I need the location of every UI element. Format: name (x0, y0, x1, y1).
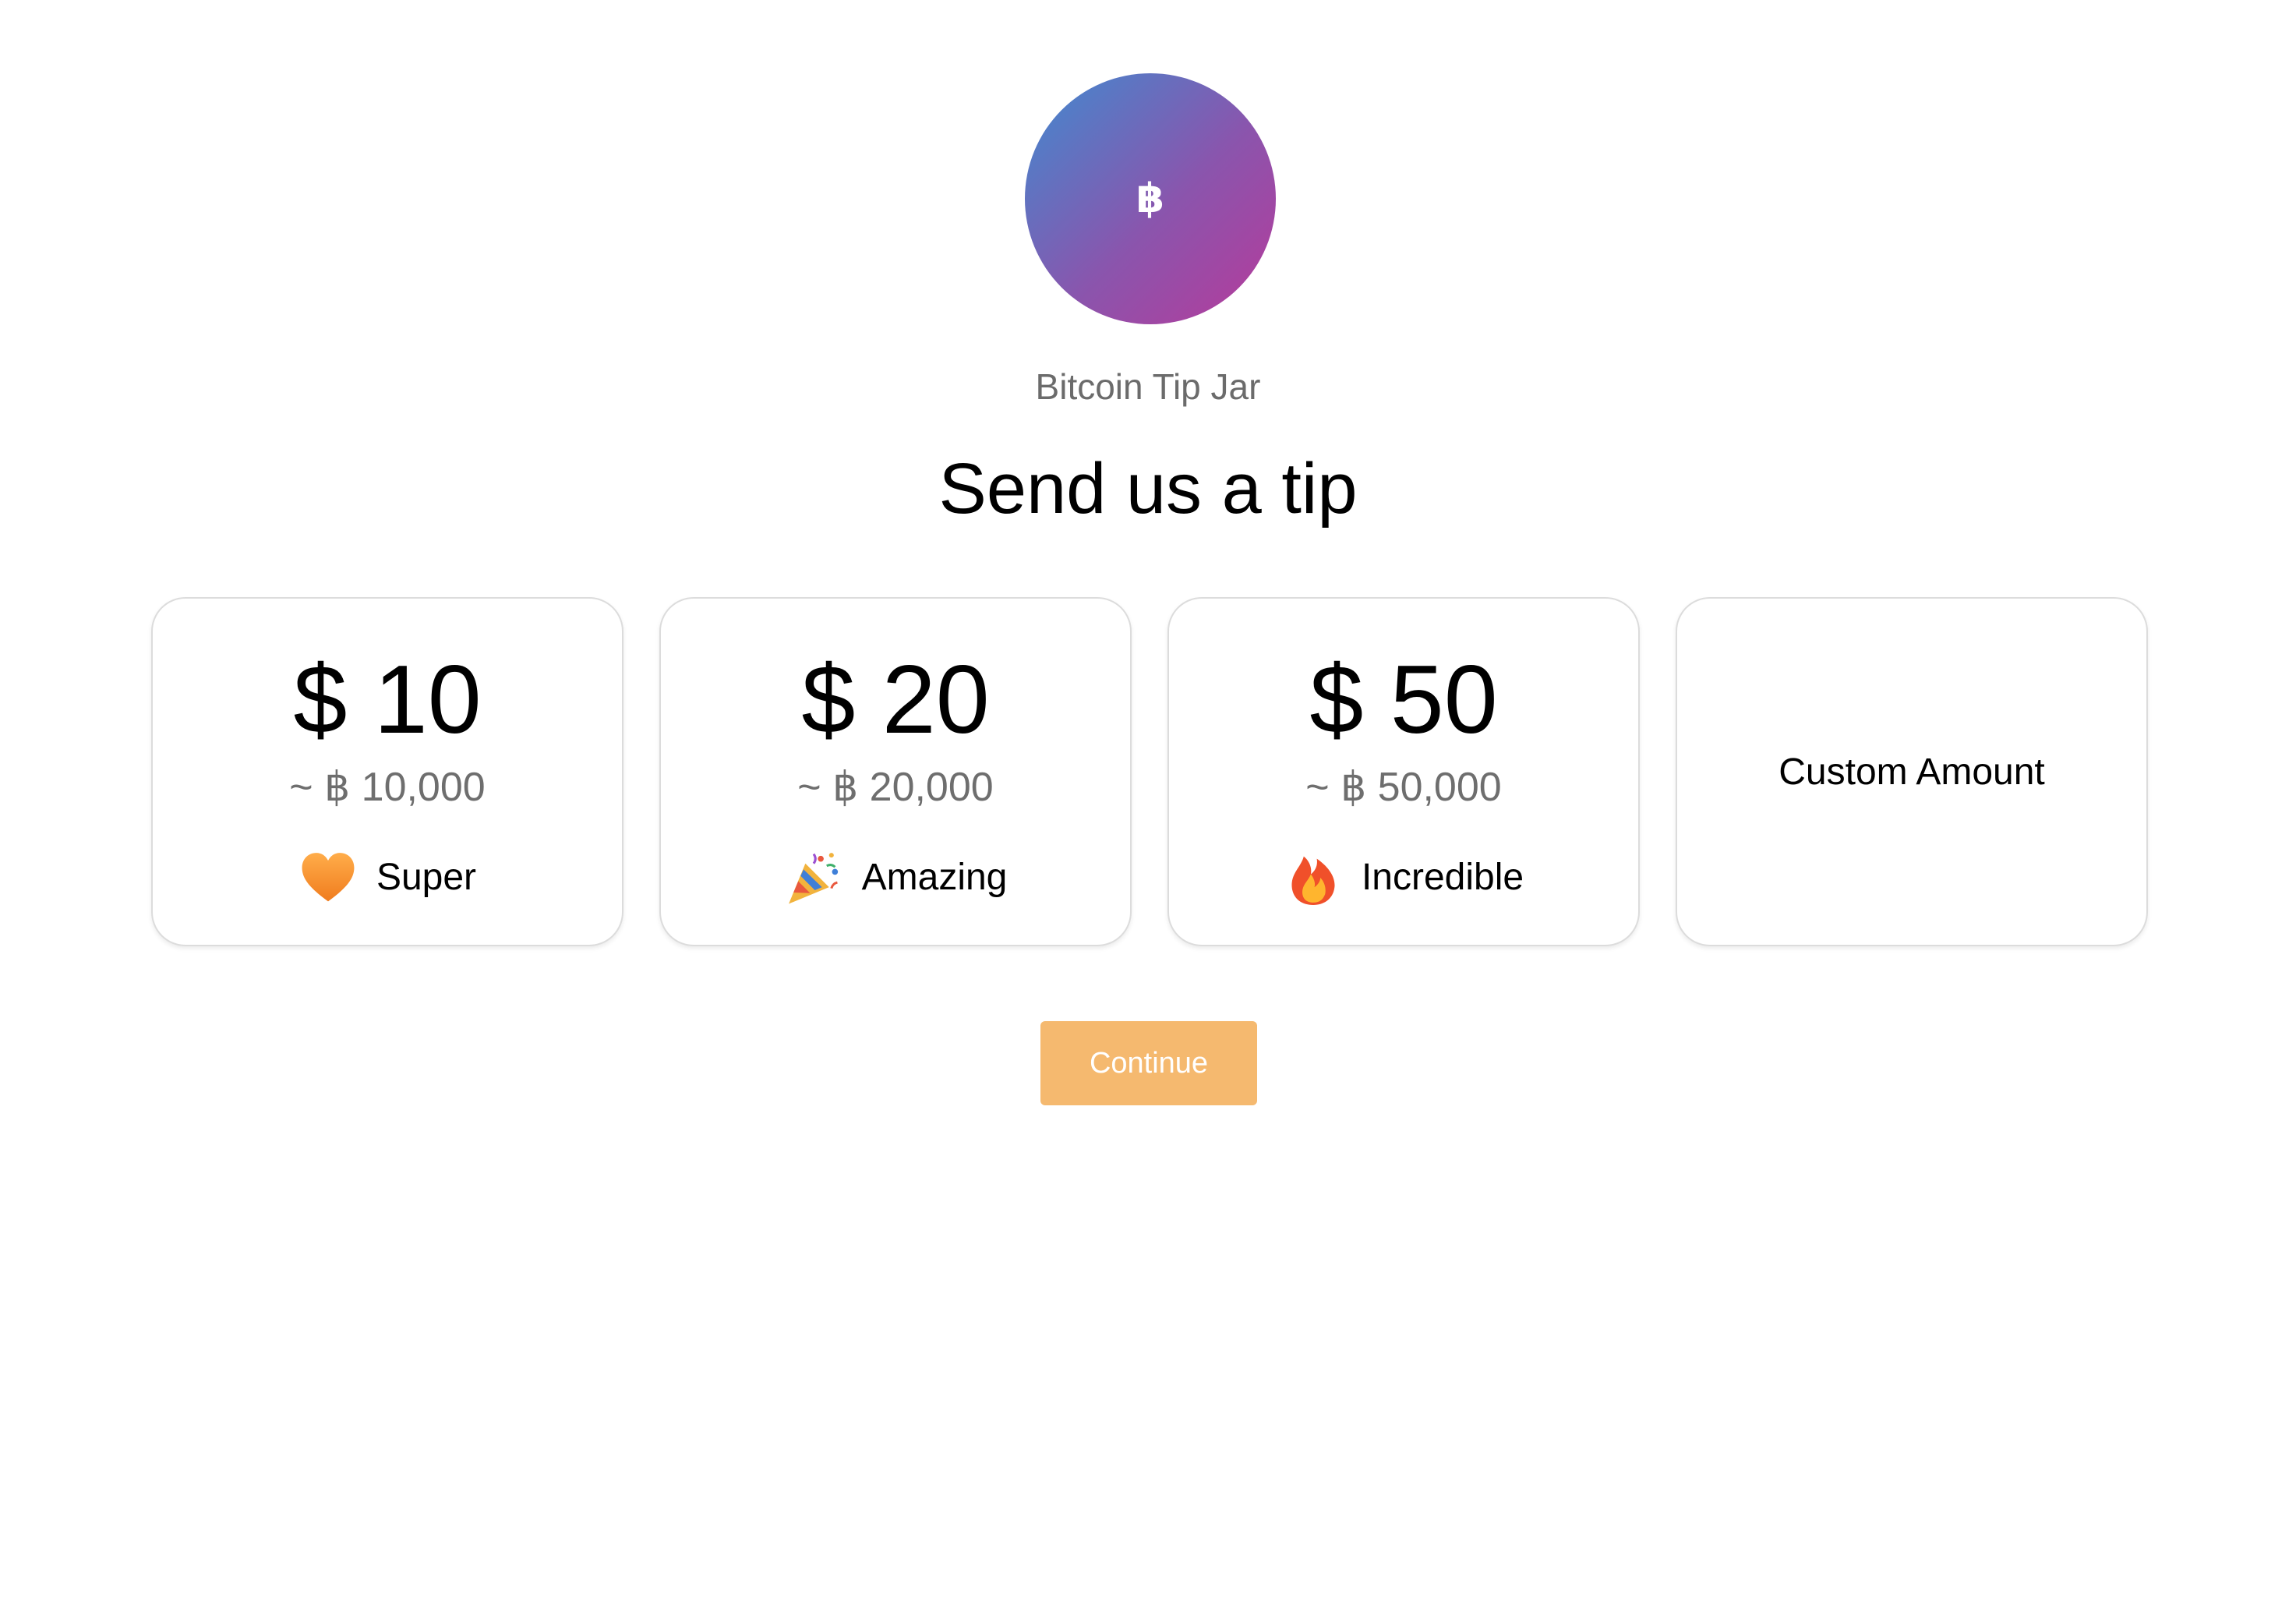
tip-amount-btc: ~ ฿ 10,000 (289, 765, 486, 810)
orange-heart-icon (298, 848, 358, 907)
tip-option-50[interactable]: $ 50 ~ ฿ 50,000 Incredible (1167, 597, 1640, 946)
tip-amount-btc: ~ ฿ 20,000 (797, 765, 994, 810)
tip-label: Super (376, 857, 477, 898)
bitcoin-icon: ฿ (1136, 175, 1165, 222)
tip-amount-usd: $ 50 (1309, 646, 1498, 754)
party-popper-icon (784, 848, 843, 907)
tip-amount-usd: $ 10 (293, 646, 482, 754)
custom-amount-label: Custom Amount (1779, 751, 2045, 793)
tip-label: Incredible (1361, 857, 1524, 898)
tip-amount-btc: ~ ฿ 50,000 (1305, 765, 1502, 810)
tip-jar-page: ฿ Bitcoin Tip Jar Send us a tip $ 10 ~ ฿… (0, 0, 2296, 1612)
tip-label-row: Amazing (661, 847, 1130, 909)
tip-amount-usd: $ 20 (801, 646, 990, 754)
tip-label-row: Super (153, 847, 622, 909)
tip-label-row: Incredible (1169, 847, 1638, 909)
page-title: Send us a tip (938, 449, 1358, 528)
custom-amount-option[interactable]: Custom Amount (1676, 597, 2148, 946)
tip-option-10[interactable]: $ 10 ~ ฿ 10,000 Super (151, 597, 623, 946)
fire-icon (1284, 848, 1343, 907)
tip-options: $ 10 ~ ฿ 10,000 Super $ 20 ~ ฿ 20,000 Am… (151, 597, 2148, 946)
jar-name: Bitcoin Tip Jar (1035, 366, 1261, 407)
tip-option-20[interactable]: $ 20 ~ ฿ 20,000 Amazing (659, 597, 1132, 946)
tip-label: Amazing (861, 857, 1008, 898)
bitcoin-avatar: ฿ (1025, 73, 1276, 324)
continue-button[interactable]: Continue (1040, 1021, 1257, 1105)
